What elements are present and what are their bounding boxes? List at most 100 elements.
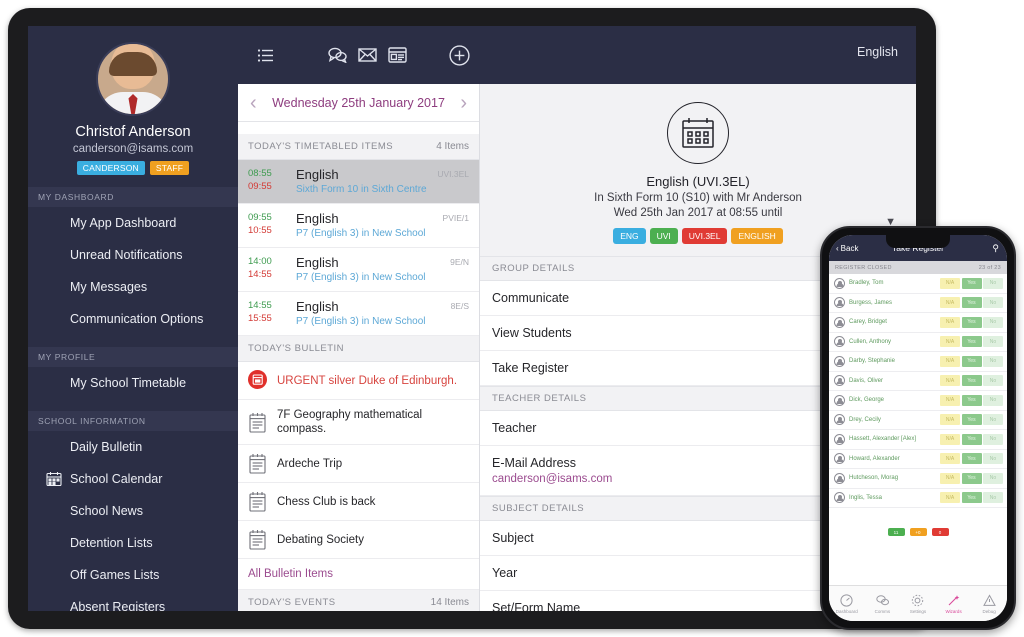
bulletin-row[interactable]: URGENT silver Duke of Edinburgh.	[238, 362, 479, 400]
detail-badge: UVI	[649, 228, 678, 244]
sidebar-item-absent-registers[interactable]: Absent Registers	[28, 591, 238, 611]
sidebar-item-school-calendar[interactable]: School Calendar	[28, 463, 238, 495]
back-button[interactable]: ‹ Back	[836, 244, 858, 253]
timetable-row[interactable]: 09:55 10:55 English P7 (English 3) in New S…	[238, 204, 479, 248]
register-row[interactable]: Darby, Stephanie N/A Yes No	[829, 352, 1007, 372]
phone-tab-debug[interactable]: Debug	[971, 593, 1007, 614]
sidebar-item-my-school-timetable[interactable]: My School Timetable	[28, 367, 238, 399]
timetable-title: English	[296, 255, 339, 270]
register-yes-button[interactable]: Yes	[961, 336, 982, 348]
register-no-button[interactable]: No	[983, 355, 1003, 367]
student-name: Inglis, Tessa	[849, 494, 882, 501]
bulletin-icon	[248, 453, 267, 474]
register-na-button[interactable]: N/A	[940, 453, 960, 465]
phone-tab-comms[interactable]: Comms	[865, 594, 901, 614]
bulletin-row[interactable]: Debating Society	[238, 521, 479, 559]
register-yes-button[interactable]: Yes	[961, 277, 982, 289]
register-row[interactable]: Davis, Oliver N/A Yes No	[829, 372, 1007, 391]
register-na-button[interactable]: N/A	[940, 472, 960, 484]
sidebar-item-my-messages[interactable]: My Messages	[28, 271, 238, 303]
register-na-button[interactable]: N/A	[940, 375, 960, 387]
top-toolbar: English	[238, 26, 916, 84]
bulletin-row[interactable]: Chess Club is back	[238, 483, 479, 521]
sidebar-item-daily-bulletin[interactable]: Daily Bulletin	[28, 431, 238, 463]
register-yes-button[interactable]: Yes	[961, 492, 982, 504]
phone-tab-label: Settings	[909, 608, 927, 614]
bulletin-row[interactable]: Ardeche Trip	[238, 445, 479, 483]
register-yes-button[interactable]: Yes	[961, 472, 982, 484]
timetable-start-time: 14:55	[248, 300, 272, 311]
sidebar-item-my-app-dashboard[interactable]: My App Dashboard	[28, 207, 238, 239]
timetable-info: English Sixth Form 10 in Sixth Centre	[290, 167, 437, 195]
register-no-button[interactable]: No	[983, 394, 1003, 406]
register-yes-button[interactable]: Yes	[961, 316, 982, 328]
sidebar-item-school-news[interactable]: School News	[28, 495, 238, 527]
register-no-button[interactable]: No	[983, 453, 1003, 465]
register-row[interactable]: Inglis, Tessa N/A Yes No	[829, 489, 1007, 508]
register-row[interactable]: Cullen, Anthony N/A Yes No	[829, 333, 1007, 352]
timetable-row[interactable]: 08:55 09:55 English Sixth Form 10 in Sixth …	[238, 160, 479, 204]
sidebar-item-communication-options[interactable]: Communication Options	[28, 303, 238, 335]
timetable-row[interactable]: 14:00 14:55 English P7 (English 3) in New S…	[238, 248, 479, 292]
register-no-button[interactable]: No	[983, 414, 1003, 426]
register-na-button[interactable]: N/A	[940, 297, 960, 309]
register-na-button[interactable]: N/A	[940, 277, 960, 289]
register-no-button[interactable]: No	[983, 297, 1003, 309]
bulletin-text: Chess Club is back	[277, 495, 376, 508]
register-row[interactable]: Hutcheson, Morag N/A Yes No	[829, 469, 1007, 489]
register-row[interactable]: Dick, George N/A Yes No	[829, 391, 1007, 411]
news-icon[interactable]	[382, 40, 412, 70]
register-na-button[interactable]: N/A	[940, 414, 960, 426]
sidebar-item-label: School Calendar	[70, 472, 163, 486]
register-yes-button[interactable]: Yes	[961, 414, 982, 426]
register-no-button[interactable]: No	[983, 277, 1003, 289]
register-row[interactable]: Hassett, Alexander [Alex] N/A Yes No	[829, 430, 1007, 450]
plus-icon[interactable]	[444, 40, 474, 70]
register-row[interactable]: Carey, Bridget N/A Yes No	[829, 313, 1007, 333]
timetable-row[interactable]: 14:55 15:55 English P7 (English 3) in New S…	[238, 292, 479, 336]
prev-day-button[interactable]: ‹	[250, 93, 257, 113]
register-no-button[interactable]: No	[983, 472, 1003, 484]
register-no-button[interactable]: No	[983, 375, 1003, 387]
register-no-button[interactable]: No	[983, 492, 1003, 504]
register-na-button[interactable]: N/A	[940, 355, 960, 367]
list-icon[interactable]	[250, 40, 280, 70]
phone-tab-wizards[interactable]: Wizards	[936, 594, 972, 614]
register-na-button[interactable]: N/A	[940, 492, 960, 504]
register-na-button[interactable]: N/A	[940, 433, 960, 445]
phone-tab-settings[interactable]: Settings	[900, 594, 936, 614]
sidebar-item-unread-notifications[interactable]: Unread Notifications	[28, 239, 238, 271]
register-row[interactable]: Burgess, James N/A Yes No	[829, 294, 1007, 313]
register-yes-button[interactable]: Yes	[961, 433, 982, 445]
register-row[interactable]: Bradley, Tom N/A Yes No	[829, 274, 1007, 294]
student-avatar-icon	[834, 433, 845, 445]
timetable-location: P7 (English 3) in New School	[296, 228, 426, 239]
bulletin-row[interactable]: 7F Geography mathematical compass.	[238, 400, 479, 445]
phone-tab-dashboard[interactable]: Dashboard	[829, 593, 865, 614]
register-row[interactable]: Drey, Cecily N/A Yes No	[829, 411, 1007, 430]
search-icon[interactable]: ⚲	[992, 243, 999, 254]
register-yes-button[interactable]: Yes	[961, 355, 982, 367]
register-yes-button[interactable]: Yes	[961, 394, 982, 406]
student-avatar-icon	[834, 336, 845, 348]
register-na-button[interactable]: N/A	[940, 336, 960, 348]
register-na-button[interactable]: N/A	[940, 394, 960, 406]
timetable-section-count: 4 Items	[436, 141, 469, 152]
register-row[interactable]: Howard, Alexander N/A Yes No	[829, 450, 1007, 469]
register-no-button[interactable]: No	[983, 433, 1003, 445]
language-label[interactable]: English	[857, 45, 898, 59]
register-student-list[interactable]: Bradley, Tom N/A Yes No Burgess, James N/A Yes…	[829, 274, 1007, 520]
all-bulletin-items-link[interactable]: All Bulletin Items	[238, 559, 479, 590]
timetable-times: 14:00 14:55	[248, 255, 290, 283]
register-no-button[interactable]: No	[983, 336, 1003, 348]
register-no-button[interactable]: No	[983, 316, 1003, 328]
register-yes-button[interactable]: Yes	[961, 375, 982, 387]
register-na-button[interactable]: N/A	[940, 316, 960, 328]
chat-icon[interactable]	[322, 40, 352, 70]
sidebar-item-detention-lists[interactable]: Detention Lists	[28, 527, 238, 559]
next-day-button[interactable]: ›	[460, 93, 467, 113]
sidebar-item-off-games-lists[interactable]: Off Games Lists	[28, 559, 238, 591]
register-yes-button[interactable]: Yes	[961, 453, 982, 465]
register-yes-button[interactable]: Yes	[961, 297, 982, 309]
envelope-icon[interactable]	[352, 40, 382, 70]
